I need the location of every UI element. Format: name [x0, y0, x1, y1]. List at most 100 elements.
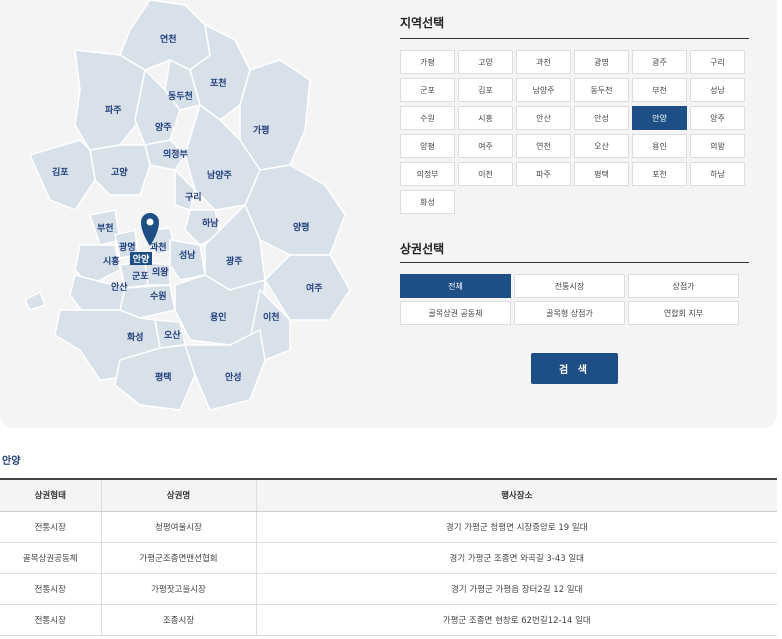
map-label-pocheon: 포천: [210, 78, 227, 89]
region-option[interactable]: 포천: [632, 162, 687, 186]
map-label-uiwang: 의왕: [152, 266, 169, 278]
map-label-gwangmyeong: 광명: [119, 241, 136, 253]
cell-market-type: 전통시장: [0, 511, 101, 543]
map-label-ansan: 안산: [111, 281, 128, 293]
cell-market-name: 가평군조종면맨션협회: [100, 542, 256, 574]
map-label-osan: 오산: [164, 329, 181, 341]
region-option[interactable]: 여주: [458, 134, 513, 158]
table-row: 전통시장 청평여울시장 경기 가평군 청평면 시장중앙로 19 일대: [0, 511, 777, 543]
region-option[interactable]: 평택: [574, 162, 629, 186]
region-title-divider: [400, 38, 749, 39]
map-label-yangpyeong: 양평: [293, 221, 310, 233]
region-option[interactable]: 하남: [690, 162, 745, 186]
map-label-siheung: 시흥: [103, 255, 120, 267]
market-table: 상권형태 상권명 행사장소 전통시장 청평여울시장 경기 가평군 청평면 시장중앙로…: [0, 478, 777, 636]
table-header-row: 상권형태 상권명 행사장소: [0, 478, 777, 512]
market-type-option[interactable]: 전체: [400, 274, 511, 298]
region-option[interactable]: 양주: [690, 106, 745, 130]
region-paju[interactable]: [74, 49, 146, 151]
map-label-hanam: 하남: [202, 217, 219, 229]
map-label-hwaseong: 화성: [127, 331, 144, 343]
pin-hole: [146, 218, 154, 226]
market-type-option[interactable]: 연합회 지부: [628, 301, 739, 325]
market-type-option[interactable]: 골목상권 공동체: [400, 301, 511, 325]
map-label-yeoncheon: 연천: [160, 34, 177, 45]
region-option[interactable]: 동두천: [574, 78, 629, 102]
region-option[interactable]: 가평: [400, 50, 455, 74]
region-option[interactable]: 김포: [458, 78, 513, 102]
map-label-suwon: 수원: [150, 290, 167, 302]
search-button[interactable]: 검 색: [531, 353, 618, 384]
region-option[interactable]: 파주: [516, 162, 571, 186]
region-option[interactable]: 용인: [632, 134, 687, 158]
selected-region-label: 안양: [133, 253, 150, 265]
market-options: 전체 전통시장 상점가골목상권 공동체 골목형 상점가 연합회 지부: [400, 274, 739, 325]
cell-market-name: 청평여울시장: [100, 511, 256, 543]
region-section-title: 지역선택: [400, 16, 445, 30]
region-option[interactable]: 안성: [574, 106, 629, 130]
map-label-bucheon: 부천: [97, 223, 114, 234]
region-option[interactable]: 고양: [458, 50, 513, 74]
region-option[interactable]: 오산: [574, 134, 629, 158]
cell-market-type: 골목상권공동체: [0, 542, 101, 574]
result-region-title: 안양: [2, 456, 21, 467]
table-row: 전통시장 가평잣고을시장 경기 가평군 가평읍 장터2길 12 일대: [0, 573, 777, 605]
table-row: 전통시장 조종시장 가평군 조종면 현창로 62번길12-14 일대: [0, 604, 777, 636]
map-label-yangju: 양주: [155, 121, 172, 133]
table-row: 골목상권공동체 가평군조종면맨션협회 경기 가평군 조종면 와곡길 3-43 일대: [0, 542, 777, 574]
region-option[interactable]: 성남: [690, 78, 745, 102]
cell-event-location: 경기 가평군 조종면 와곡길 3-43 일대: [255, 542, 777, 574]
map-label-namyangju: 남양주: [207, 169, 232, 181]
region-option[interactable]: 남양주: [516, 78, 571, 102]
column-header-market-name: 상권명: [100, 478, 256, 512]
map-label-gwangju: 광주: [226, 255, 243, 267]
market-section-title: 상권선택: [400, 242, 445, 256]
region-option[interactable]: 광명: [574, 50, 629, 74]
map-label-goyang: 고양: [111, 166, 128, 178]
gyeonggi-map[interactable]: 연천 포천 동두천 파주 양주 가평 의정부 김포 고양 남양주 구리 하남 양…: [20, 0, 370, 420]
cell-market-type: 전통시장: [0, 604, 101, 636]
column-header-event-location: 행사장소: [255, 478, 777, 512]
region-option[interactable]: 연천: [516, 134, 571, 158]
map-label-gwacheon: 과천: [150, 241, 167, 253]
region-option[interactable]: 광주: [632, 50, 687, 74]
cell-market-type: 전통시장: [0, 573, 101, 605]
region-option[interactable]: 의왕: [690, 134, 745, 158]
region-option[interactable]: 화성: [400, 190, 455, 214]
map-label-guri: 구리: [185, 191, 202, 203]
map-label-pyeongtaek: 평택: [155, 371, 172, 383]
cell-event-location: 경기 가평군 가평읍 장터2길 12 일대: [255, 573, 777, 605]
region-option[interactable]: 이천: [458, 162, 513, 186]
map-label-dongducheon: 동두천: [168, 91, 193, 102]
map-label-paju: 파주: [105, 104, 122, 116]
region-gapyeong[interactable]: [239, 59, 311, 171]
cell-event-location: 가평군 조종면 현창로 62번길12-14 일대: [255, 604, 777, 636]
region-option[interactable]: 부천: [632, 78, 687, 102]
market-type-option[interactable]: 전통시장: [514, 274, 625, 298]
region-option[interactable]: 양평: [400, 134, 455, 158]
region-option[interactable]: 수원: [400, 106, 455, 130]
map-label-icheon: 이천: [263, 311, 280, 323]
map-label-gunpo: 군포: [132, 271, 149, 282]
map-label-gimpo: 김포: [52, 166, 69, 178]
map-label-yeoju: 여주: [306, 282, 323, 294]
cell-event-location: 경기 가평군 청평면 시장중앙로 19 일대: [255, 511, 777, 543]
cell-market-name: 가평잣고을시장: [100, 573, 256, 605]
region-ansan[interactable]: [69, 274, 126, 316]
region-option[interactable]: 시흥: [458, 106, 513, 130]
region-options: 가평 고양 과천 광명 광주 구리군포 김포 남양주 동두천 부천 성남수원 시흥 안산 안성 안양 양주양평…: [400, 50, 746, 214]
map-label-anseong: 안성: [225, 371, 242, 383]
region-option[interactable]: 안양: [632, 106, 687, 130]
map-label-gapyeong: 가평: [253, 124, 270, 136]
search-panel: 연천 포천 동두천 파주 양주 가평 의정부 김포 고양 남양주 구리 하남 양…: [0, 0, 777, 428]
region-option[interactable]: 과천: [516, 50, 571, 74]
market-type-option[interactable]: 상점가: [628, 274, 739, 298]
region-option[interactable]: 군포: [400, 78, 455, 102]
region-option[interactable]: 안산: [516, 106, 571, 130]
region-option[interactable]: 의정부: [400, 162, 455, 186]
map-label-uijeongbu: 의정부: [163, 148, 188, 160]
region-option[interactable]: 구리: [690, 50, 745, 74]
map-label-seongnam: 성남: [179, 249, 196, 261]
cell-market-name: 조종시장: [100, 604, 256, 636]
market-type-option[interactable]: 골목형 상점가: [514, 301, 625, 325]
